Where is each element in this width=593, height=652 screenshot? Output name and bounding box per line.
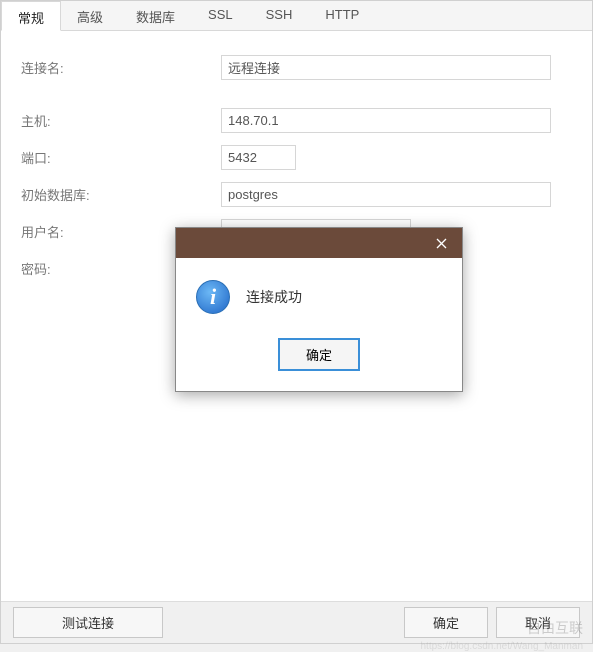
initial-database-label: 初始数据库: <box>21 185 221 204</box>
ok-button[interactable]: 确定 <box>404 607 488 638</box>
tab-advanced[interactable]: 高级 <box>61 1 120 30</box>
dialog-message: 连接成功 <box>246 287 302 307</box>
initial-database-input[interactable] <box>221 182 551 207</box>
tab-ssl[interactable]: SSL <box>192 1 250 30</box>
info-icon: i <box>196 280 230 314</box>
connection-name-label: 连接名: <box>21 58 221 77</box>
tab-bar: 常规 高级 数据库 SSL SSH HTTP <box>1 1 592 31</box>
host-input[interactable] <box>221 108 551 133</box>
dialog-body: i 连接成功 <box>176 258 462 332</box>
tab-http[interactable]: HTTP <box>309 1 376 30</box>
test-connection-button[interactable]: 测试连接 <box>13 607 163 638</box>
dialog-titlebar <box>176 228 462 258</box>
connection-name-input[interactable] <box>221 55 551 80</box>
host-label: 主机: <box>21 111 221 130</box>
port-label: 端口: <box>21 148 221 167</box>
port-input[interactable] <box>221 145 296 170</box>
tab-general[interactable]: 常规 <box>1 1 61 31</box>
dialog-footer: 确定 <box>176 332 462 391</box>
footer-bar: 测试连接 确定 取消 <box>1 601 592 643</box>
dialog-ok-button[interactable]: 确定 <box>278 338 360 371</box>
info-dialog: i 连接成功 确定 <box>175 227 463 392</box>
close-icon[interactable] <box>420 228 462 258</box>
tab-database[interactable]: 数据库 <box>120 1 192 30</box>
tab-ssh[interactable]: SSH <box>250 1 310 30</box>
cancel-button[interactable]: 取消 <box>496 607 580 638</box>
